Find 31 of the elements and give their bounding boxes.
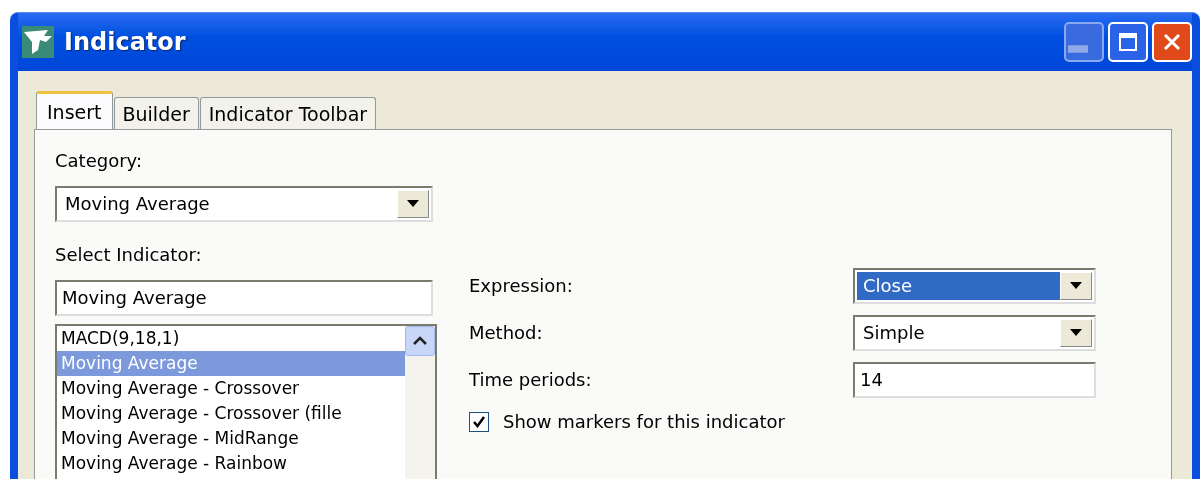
caret-icon xyxy=(1070,328,1082,337)
list-item[interactable]: MACD(9,18,1) xyxy=(57,326,405,351)
tab[interactable]: Indicator Toolbar xyxy=(199,97,377,129)
field-label: Method: xyxy=(469,322,544,343)
tab[interactable]: Insert xyxy=(36,91,113,129)
chevron-up-icon xyxy=(413,336,427,346)
caret-icon xyxy=(407,200,419,208)
scroll-up-button[interactable] xyxy=(405,326,435,356)
field-label: Select Indicator: xyxy=(55,244,203,267)
caret-icon xyxy=(1070,281,1082,290)
list-item[interactable]: Moving Average - Crossover xyxy=(57,376,405,401)
close-button[interactable] xyxy=(1152,22,1192,62)
list-item[interactable]: Moving Average - MidRange xyxy=(57,426,405,451)
field-label: Time periods: xyxy=(469,369,593,390)
list-item[interactable]: Moving Average - Rainbow xyxy=(57,451,405,476)
app-icon xyxy=(22,26,54,58)
list-item[interactable]: Moving Average - Crossover (fille xyxy=(57,401,405,426)
field-label: Category: xyxy=(55,150,143,173)
input-field[interactable]: 14 xyxy=(853,361,1096,398)
tab[interactable]: Builder xyxy=(113,97,199,129)
maximize-button[interactable] xyxy=(1108,22,1148,62)
category-dropdown[interactable]: Moving Average xyxy=(55,186,433,222)
checkbox-label: Show markers for this indicator xyxy=(503,411,785,432)
input-field[interactable]: Moving Average xyxy=(55,280,433,316)
dropdown[interactable]: Close xyxy=(853,267,1096,304)
dropdown[interactable]: Simple xyxy=(853,314,1096,351)
close-icon xyxy=(1162,32,1182,52)
window-title: Indicator xyxy=(64,28,187,56)
maximize-icon xyxy=(1118,32,1138,52)
field-label: Expression: xyxy=(469,275,574,296)
checkbox[interactable] xyxy=(469,411,489,432)
